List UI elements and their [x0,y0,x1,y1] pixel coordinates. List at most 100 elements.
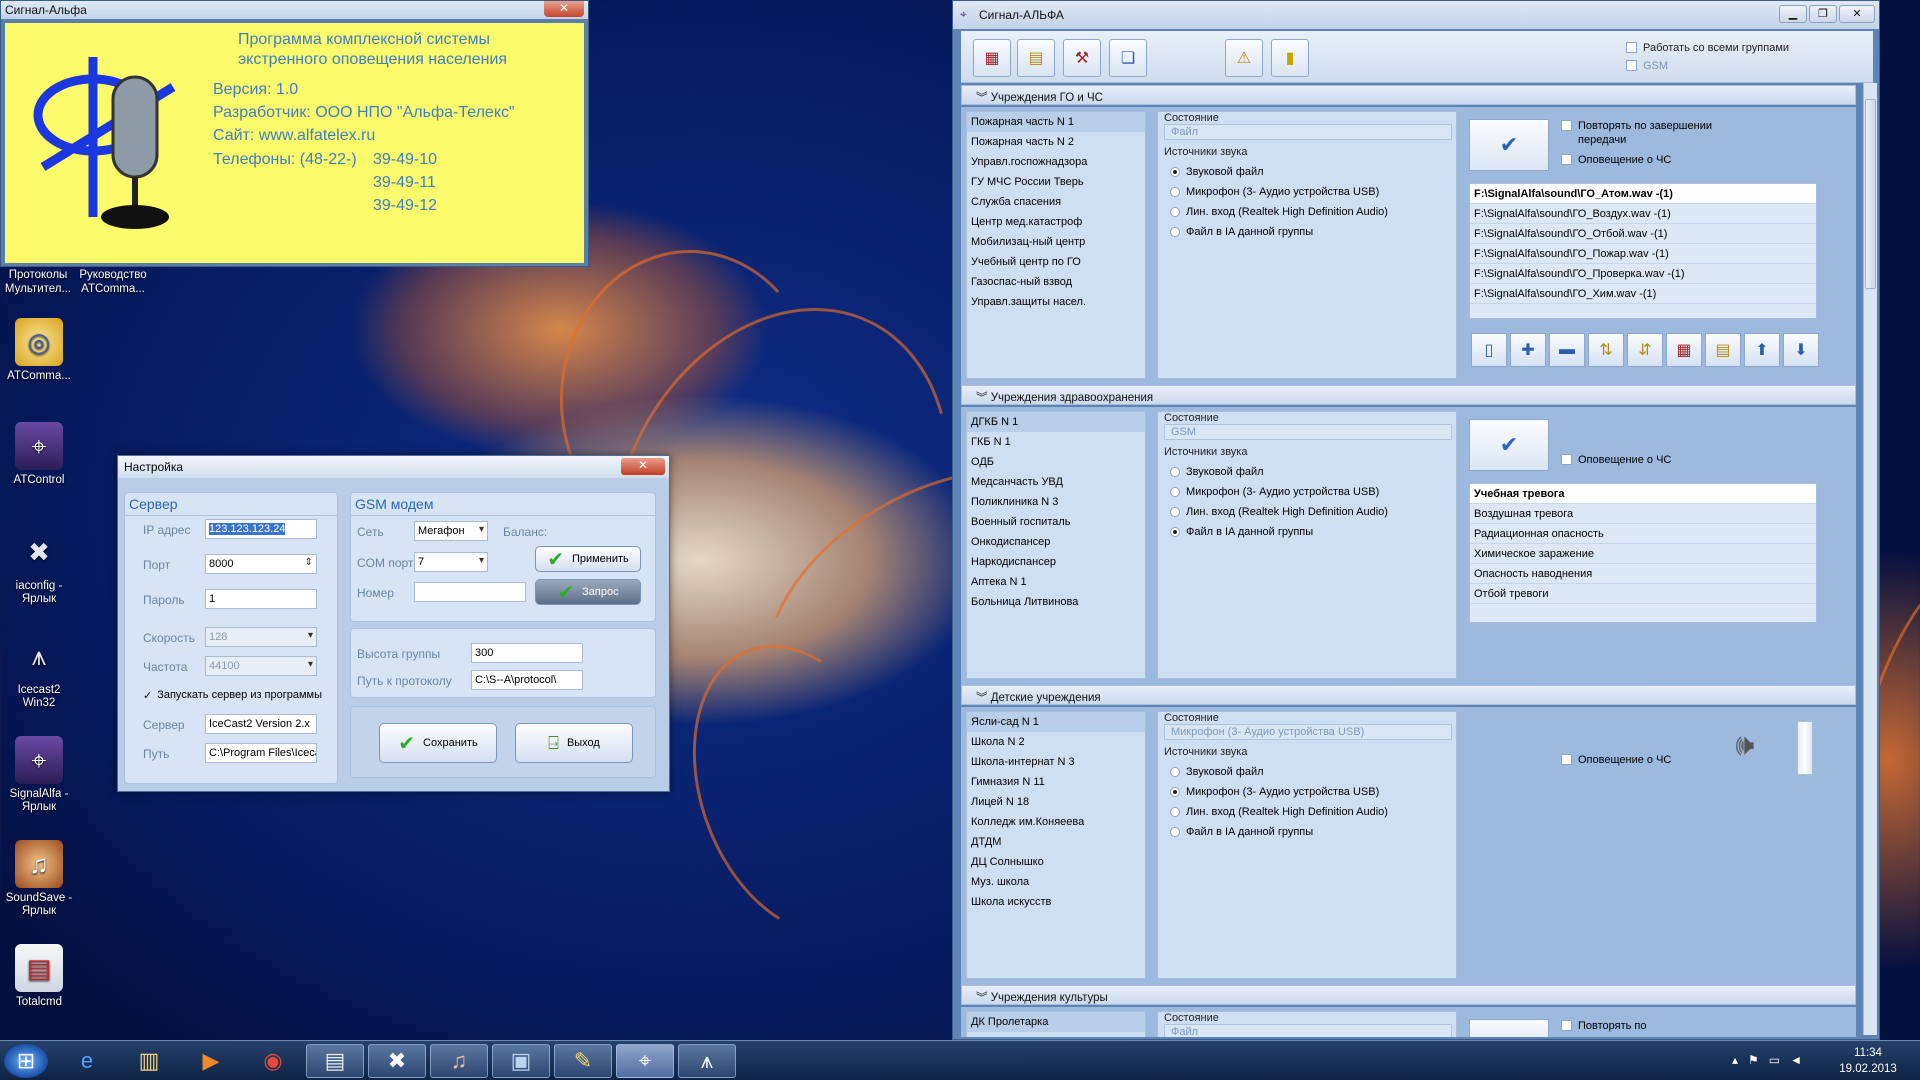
password-input[interactable]: 1 [205,589,317,609]
section-header[interactable]: ︾ Учреждения культуры [961,985,1856,1005]
file-item[interactable]: F:\SignalAlfa\sound\ГО_Хим.wav -(1) [1470,284,1816,304]
taskbar-explorer-icon[interactable]: ▥ [120,1044,178,1078]
source-radio[interactable]: Лин. вход (Realtek High Definition Audio… [1164,502,1452,522]
list-item[interactable]: Муз. школа [967,872,1145,892]
desktop-icon-iaconfig[interactable]: ✖ iaconfig - Ярлык [4,528,74,606]
list-item[interactable]: Поликлиника N 3 [967,492,1145,512]
file-item[interactable]: F:\SignalAlfa\sound\ГО_Воздух.wav -(1) [1470,204,1816,224]
list-item[interactable]: Медсанчасть УВД [967,472,1145,492]
open-folder-icon[interactable]: ▦ [1666,333,1702,367]
list-item[interactable]: Военный госпиталь [967,512,1145,532]
taskbar-ie-icon[interactable]: e [58,1044,116,1078]
tray-network-icon[interactable]: ▭ [1769,1053,1790,1067]
toolbar-alarm-icon[interactable]: ⚠ [1225,39,1263,77]
remove-icon[interactable]: ▬ [1549,333,1585,367]
toolbar-tools-icon[interactable]: ⚒ [1063,39,1101,77]
file-item[interactable]: F:\SignalAlfa\sound\ГО_Атом.wav -(1) [1470,184,1816,204]
freq-select[interactable]: 44100 ▾ [205,656,317,676]
list-item[interactable]: Школа-интернат N 3 [967,752,1145,772]
desktop-icon-icecast[interactable]: ⩚ Icecast2 Win32 [4,632,74,710]
add-icon[interactable]: ✚ [1510,333,1546,367]
list-item[interactable]: Управл.защиты насел. [967,292,1145,312]
desktop-icon-signalalfa[interactable]: ⌖ SignalAlfa - Ярлык [4,736,74,814]
toolbar-open-icon[interactable]: ▦ [973,39,1011,77]
tray-flag-icon[interactable]: ⚑ [1748,1053,1769,1067]
file-item[interactable]: F:\SignalAlfa\sound\ГО_Отбой.wav -(1) [1470,224,1816,244]
scroll-thumb[interactable] [1865,99,1876,289]
list-item[interactable]: Пожарная часть N 2 [967,132,1145,152]
list-item[interactable]: Служба спасения [967,192,1145,212]
source-radio[interactable]: Лин. вход (Realtek High Definition Audio… [1164,802,1452,822]
sort-desc-icon[interactable]: ⇵ [1627,333,1663,367]
confirm-button[interactable] [1469,1019,1549,1037]
toolbar-copy-icon[interactable]: ❏ [1109,39,1147,77]
spin-arrows-icon[interactable]: ⇕ [305,557,313,568]
toolbar-document-icon[interactable]: ▤ [1017,39,1055,77]
notify-checkbox[interactable]: Оповещение о ЧС [1561,153,1671,167]
toolbar-exit-icon[interactable]: ▮ [1271,39,1309,77]
alert-item[interactable]: Химическое заражение [1470,544,1816,564]
source-radio[interactable]: Микрофон (3- Аудио устройства USB) [1164,182,1452,202]
taskbar-totalcmd-icon[interactable]: ▤ [306,1044,364,1078]
alert-item[interactable]: Опасность наводнения [1470,564,1816,584]
desktop-top-label-2[interactable]: Руководство ATComma... [76,268,150,296]
source-radio[interactable]: Микрофон (3- Аудио устройства USB) [1164,482,1452,502]
port-input[interactable]: 8000 ⇕ [205,554,317,574]
settings-titlebar[interactable]: Настройка ✕ [118,456,669,478]
list-item[interactable]: ГКБ N 1 [967,432,1145,452]
confirm-button[interactable]: ✔ [1469,419,1549,471]
list-item[interactable]: ДТДМ [967,832,1145,852]
gsm-checkbox[interactable]: GSM [1626,59,1668,73]
repeat-checkbox[interactable]: Повторять по [1561,1019,1647,1033]
section-header[interactable]: ︾ Учреждения здравоохранения [961,385,1856,405]
list-item[interactable]: Центр мед.катастроф [967,212,1145,232]
list-item[interactable]: Лицей N 18 [967,792,1145,812]
taskbar-signalalfa-icon[interactable]: ⌖ [616,1044,674,1078]
list-item[interactable]: ДЦ Солнышко [967,852,1145,872]
main-titlebar[interactable]: ⌖ Сигнал-АЛЬФА ▁ ❐ ✕ [953,1,1879,29]
desktop-icon-totalcmd[interactable]: ▤ Totalcmd [4,944,74,1009]
list-item[interactable]: Ясли-сад N 1 [967,712,1145,732]
desktop-top-label-1[interactable]: Протоколы Мультител... [2,268,74,296]
net-select[interactable]: Мегафон ▾ [414,521,488,541]
list-item[interactable]: Школа искусств [967,892,1145,912]
request-button[interactable]: ✔ Запрос [535,579,641,605]
taskbar-app-icon[interactable]: ▣ [492,1044,550,1078]
file-item[interactable]: F:\SignalAlfa\sound\ГО_Проверка.wav -(1) [1470,264,1816,284]
group-height-input[interactable]: 300 [471,643,583,663]
list-item[interactable]: ОДБ [967,452,1145,472]
main-scrollbar[interactable] [1863,83,1877,1035]
tray-volume-icon[interactable]: ◄ [1790,1053,1812,1067]
notify-checkbox[interactable]: Оповещение о ЧС [1561,753,1671,767]
taskbar-media-icon[interactable]: ▶ [182,1044,240,1078]
list-item[interactable]: Гимназия N 11 [967,772,1145,792]
file-item[interactable]: F:\SignalAlfa\sound\ГО_Пожар.wav -(1) [1470,244,1816,264]
sort-asc-icon[interactable]: ⇅ [1588,333,1624,367]
list-item[interactable]: Управл.госпожнадзора [967,152,1145,172]
notify-checkbox[interactable]: Оповещение о ЧС [1561,453,1671,467]
source-radio[interactable]: Звуковой файл [1164,462,1452,482]
com-select[interactable]: 7 ▾ [414,552,488,572]
alert-item[interactable]: Учебная тревога [1470,484,1816,504]
path-input[interactable]: C:\Program Files\Iceca [205,743,317,763]
source-radio[interactable]: Микрофон (3- Аудио устройства USB) [1164,782,1452,802]
ip-input[interactable]: 123.123.123.24 [209,523,286,535]
speed-select[interactable]: 128 ▾ [205,627,317,647]
splash-close-button[interactable]: ✕ [544,1,584,17]
volume-slider[interactable] [1797,721,1813,775]
source-radio[interactable]: Звуковой файл [1164,762,1452,782]
source-radio[interactable]: Лин. вход (Realtek High Definition Audio… [1164,202,1452,222]
tray-icons[interactable]: ▴⚑▭◄ [1732,1053,1812,1067]
desktop-icon-soundsave[interactable]: ♫ SoundSave - Ярлык [4,840,74,918]
desktop-icon-atcomma[interactable]: ◎ ATComma... [4,318,74,383]
list-item[interactable]: Школа N 2 [967,732,1145,752]
edit-icon[interactable]: ▤ [1705,333,1741,367]
taskbar-soundsave-icon[interactable]: ♫ [430,1044,488,1078]
protocol-input[interactable]: C:\S--A\protocol\ [471,670,583,690]
apply-button[interactable]: ✔ Применить [535,546,641,572]
taskbar-icecast-icon[interactable]: ⩚ [678,1044,736,1078]
source-radio[interactable]: Файл в IA данной группы [1164,822,1452,842]
autostart-checkbox[interactable]: ✓ Запускать сервер из программы [143,689,322,702]
minimize-button[interactable]: ▁ [1779,5,1807,23]
arrow-up-icon[interactable]: ⬆ [1744,333,1780,367]
